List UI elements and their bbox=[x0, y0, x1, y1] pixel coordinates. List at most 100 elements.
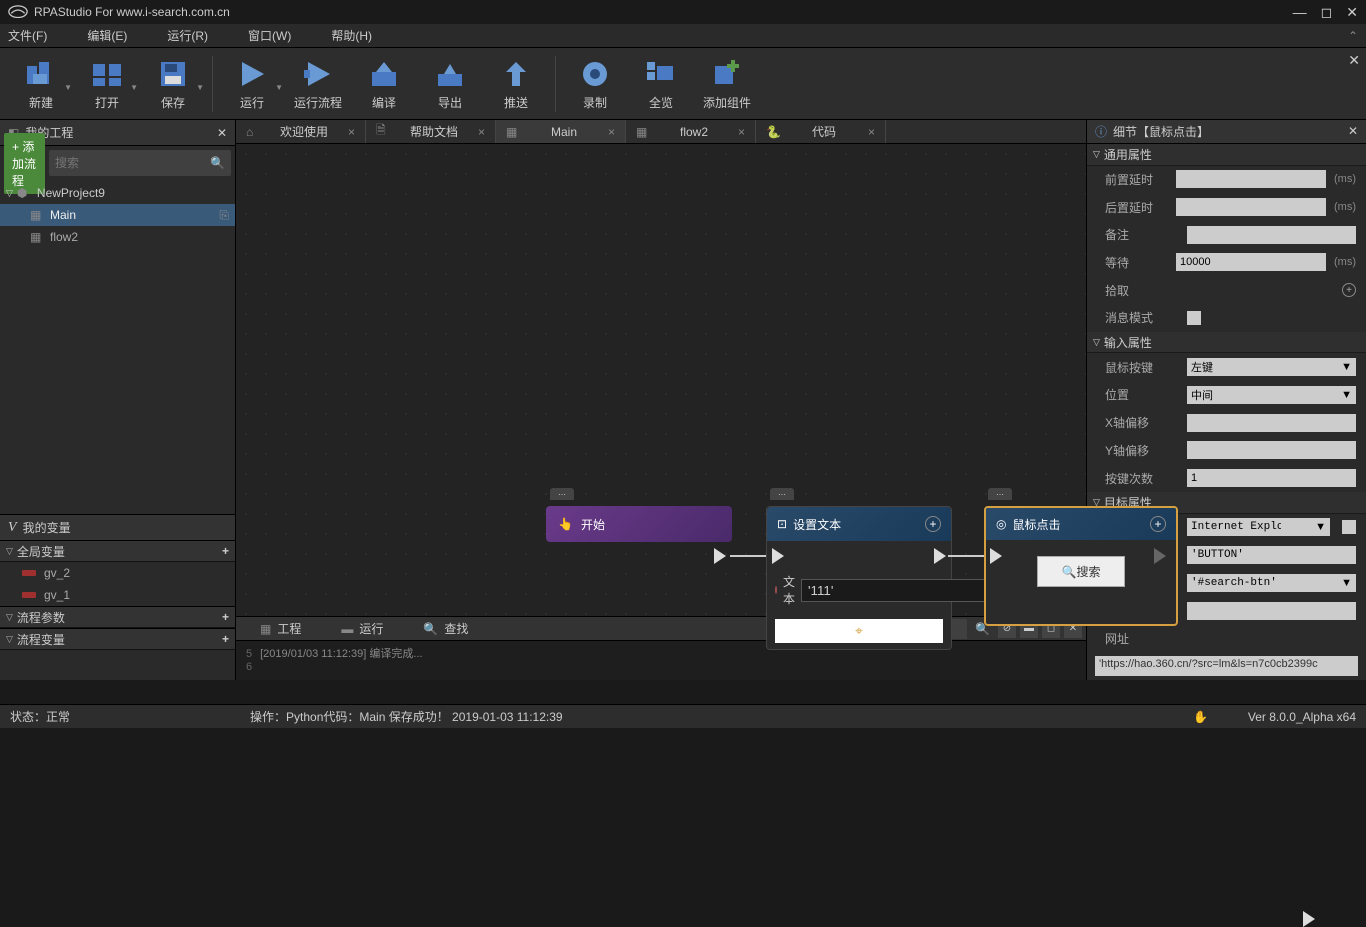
toolbar: 新建▼ 打开▼ 保存▼ 运行▼ 运行流程 编译 导出 推送 录制 全览 添加组件 bbox=[0, 48, 1366, 120]
tab-close-icon[interactable]: × bbox=[738, 125, 745, 139]
overview-icon bbox=[643, 56, 679, 92]
runflow-button[interactable]: 运行流程 bbox=[285, 52, 351, 116]
project-node-icon: ⬢ bbox=[17, 186, 31, 200]
tree-item-main[interactable]: ▦ Main ⎘ bbox=[0, 204, 235, 226]
compile-button[interactable]: 编译 bbox=[351, 52, 417, 116]
mousebtn-select[interactable]: 左键▼ bbox=[1187, 358, 1356, 376]
addcomp-button[interactable]: 添加组件 bbox=[694, 52, 760, 116]
toolbar-close-icon[interactable]: ✕ bbox=[1348, 52, 1360, 69]
wintitle-check[interactable] bbox=[1342, 520, 1356, 534]
var-item[interactable]: gv_1 bbox=[0, 584, 235, 606]
var-item[interactable]: gv_2 bbox=[0, 562, 235, 584]
preview-button: 🔍搜索 bbox=[1037, 556, 1126, 587]
port-out-icon[interactable] bbox=[714, 548, 726, 564]
save-icon bbox=[155, 56, 191, 92]
overview-button[interactable]: 全览 bbox=[628, 52, 694, 116]
node-start[interactable]: 👆 开始 bbox=[546, 506, 732, 542]
menu-help[interactable]: 帮助(H) bbox=[331, 27, 372, 44]
export-icon bbox=[432, 56, 468, 92]
status-version: Ver 8.0.0_Alpha x64 bbox=[1248, 710, 1356, 724]
statusbar: 状态：正常 操作：Python代码：Main 保存成功！ 2019-01-03 … bbox=[0, 704, 1366, 728]
flowparams-section[interactable]: ▽流程参数 + bbox=[0, 606, 235, 628]
left-panel: ◧ 我的工程 ✕ + 添加流程 🔍 ▽ ⬢ NewProject9 ▦ Main… bbox=[0, 120, 236, 680]
flow-canvas[interactable]: ⋯ 👆 开始 ⋯ ⊡ 设置文本 + 文本 bbox=[236, 144, 1086, 616]
collapse-ribbon-icon[interactable]: ⌃ bbox=[1348, 29, 1358, 43]
remark-input[interactable] bbox=[1187, 226, 1356, 244]
xoff-input[interactable] bbox=[1187, 414, 1356, 432]
flowvars-section[interactable]: ▽流程变量 + bbox=[0, 628, 235, 650]
url-input[interactable]: 'https://hao.360.cn/?src=lm&ls=n7c0cb239… bbox=[1095, 656, 1358, 676]
run-button[interactable]: 运行▼ bbox=[219, 52, 285, 116]
predelay-input[interactable] bbox=[1176, 170, 1326, 188]
wire bbox=[730, 555, 770, 557]
element-preview[interactable] bbox=[775, 619, 943, 643]
port-out-icon[interactable] bbox=[934, 548, 946, 564]
node-add-icon[interactable]: + bbox=[1150, 516, 1166, 532]
tab-welcome[interactable]: ⌂欢迎使用× bbox=[236, 120, 366, 143]
wintitle-select[interactable]: Internet Explorer'▼ bbox=[1187, 518, 1330, 536]
maximize-button[interactable]: ◻ bbox=[1321, 4, 1333, 21]
link-icon: ⎘ bbox=[219, 208, 229, 223]
push-button[interactable]: 推送 bbox=[483, 52, 549, 116]
flow-icon: ▦ bbox=[30, 230, 44, 244]
section-input[interactable]: ▽输入属性 bbox=[1087, 332, 1366, 354]
close-button[interactable]: ✕ bbox=[1346, 4, 1358, 21]
section-general[interactable]: ▽通用属性 bbox=[1087, 144, 1366, 166]
node-handle-icon[interactable]: ⋯ bbox=[988, 488, 1012, 500]
pos-select[interactable]: 中间▼ bbox=[1187, 386, 1356, 404]
settext-value-input[interactable] bbox=[801, 579, 992, 602]
add-global-icon[interactable]: + bbox=[222, 544, 229, 558]
pick-button[interactable]: + bbox=[1342, 283, 1356, 297]
globals-section[interactable]: ▽全局变量 + bbox=[0, 540, 235, 562]
menu-run[interactable]: 运行(R) bbox=[167, 27, 208, 44]
tab-close-icon[interactable]: × bbox=[868, 125, 875, 139]
node-click[interactable]: ◎ 鼠标点击 + 🔍搜索 bbox=[984, 506, 1178, 626]
caption-input[interactable] bbox=[1187, 602, 1356, 620]
project-search-input[interactable]: 🔍 bbox=[49, 150, 231, 176]
save-button[interactable]: 保存▼ bbox=[140, 52, 206, 116]
property-header: ⓘ 细节【鼠标点击】 ✕ bbox=[1087, 120, 1366, 144]
project-close-icon[interactable]: ✕ bbox=[217, 126, 227, 140]
tab-help[interactable]: 🗎帮助文档× bbox=[366, 120, 496, 143]
export-button[interactable]: 导出 bbox=[417, 52, 483, 116]
findpath-select[interactable]: '#search-btn'▼ bbox=[1187, 574, 1356, 592]
postdelay-input[interactable] bbox=[1176, 198, 1326, 216]
add-flowvar-icon[interactable]: + bbox=[222, 632, 229, 646]
tab-close-icon[interactable]: × bbox=[608, 125, 615, 139]
open-button[interactable]: 打开▼ bbox=[74, 52, 140, 116]
python-icon: 🐍 bbox=[766, 125, 780, 139]
compile-icon bbox=[366, 56, 402, 92]
field-dot-icon bbox=[775, 586, 777, 594]
tab-flow2[interactable]: ▦flow2× bbox=[626, 120, 756, 143]
node-handle-icon[interactable]: ⋯ bbox=[770, 488, 794, 500]
wait-input[interactable] bbox=[1176, 253, 1326, 271]
record-button[interactable]: 录制 bbox=[562, 52, 628, 116]
minimize-button[interactable]: — bbox=[1293, 4, 1307, 21]
tagname-input[interactable] bbox=[1187, 546, 1356, 564]
btab-find[interactable]: 🔍查找 bbox=[403, 620, 488, 637]
tab-close-icon[interactable]: × bbox=[478, 125, 485, 139]
property-close-icon[interactable]: ✕ bbox=[1348, 124, 1358, 138]
new-button[interactable]: 新建▼ bbox=[8, 52, 74, 116]
presscount-input[interactable] bbox=[1187, 469, 1356, 487]
btab-run[interactable]: ▬运行 bbox=[321, 620, 403, 637]
tree-item-flow2[interactable]: ▦ flow2 bbox=[0, 226, 235, 248]
node-handle-icon[interactable]: ⋯ bbox=[550, 488, 574, 500]
node-add-icon[interactable]: + bbox=[925, 516, 941, 532]
node-settext[interactable]: ⊡ 设置文本 + 文本 bbox=[766, 506, 952, 650]
menu-window[interactable]: 窗口(W) bbox=[248, 27, 291, 44]
tab-main[interactable]: ▦Main× bbox=[496, 120, 626, 143]
menu-edit[interactable]: 编辑(E) bbox=[87, 27, 127, 44]
tree-root[interactable]: ▽ ⬢ NewProject9 bbox=[0, 182, 235, 204]
detail-icon: ⓘ bbox=[1095, 123, 1107, 140]
msgmode-checkbox[interactable] bbox=[1187, 311, 1201, 325]
btab-project[interactable]: ▦工程 bbox=[240, 620, 321, 637]
add-component-icon bbox=[709, 56, 745, 92]
vars-panel-header: V 我的变量 bbox=[0, 514, 235, 540]
add-param-icon[interactable]: + bbox=[222, 610, 229, 624]
menu-file[interactable]: 文件(F) bbox=[8, 27, 47, 44]
tab-code[interactable]: 🐍代码× bbox=[756, 120, 886, 143]
yoff-input[interactable] bbox=[1187, 441, 1356, 459]
tab-close-icon[interactable]: × bbox=[348, 125, 355, 139]
console-output: 5[2019/01/03 11:12:39] 编译完成... 6 bbox=[236, 640, 1086, 680]
